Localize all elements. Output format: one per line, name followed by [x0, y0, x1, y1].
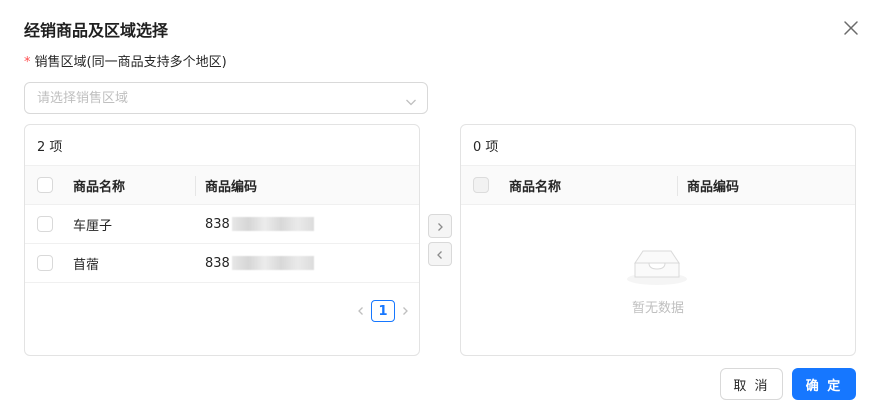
- column-header-name: 商品名称: [509, 179, 562, 195]
- product-name: 苜蓿: [73, 257, 100, 273]
- row-checkbox[interactable]: [37, 216, 53, 232]
- prev-page-icon[interactable]: [353, 300, 369, 322]
- table-row[interactable]: 苜蓿 838: [25, 244, 419, 283]
- required-mark: *: [24, 55, 31, 70]
- column-divider: [195, 176, 196, 196]
- select-all-checkbox-cell: [473, 166, 489, 204]
- cancel-button[interactable]: 取 消: [720, 368, 783, 400]
- select-all-checkbox-cell: [37, 166, 53, 204]
- empty-text: 暂无数据: [631, 301, 684, 316]
- close-icon[interactable]: [840, 17, 862, 39]
- column-header-code: 商品编码: [205, 179, 258, 195]
- product-code: 838: [205, 216, 230, 232]
- target-table-header: 商品名称 商品编码: [461, 165, 855, 205]
- select-all-checkbox[interactable]: [37, 177, 53, 193]
- product-code: 838: [205, 255, 230, 271]
- sales-region-label-text: 销售区域(同一商品支持多个地区): [34, 55, 227, 70]
- pagination: 1: [353, 300, 413, 322]
- chevron-left-icon: [435, 245, 445, 264]
- chevron-right-icon: [435, 217, 445, 236]
- row-checkbox-cell: [37, 205, 53, 243]
- sales-region-label: * 销售区域(同一商品支持多个地区): [24, 55, 227, 71]
- select-placeholder: 请选择销售区域: [37, 91, 129, 106]
- column-divider: [677, 176, 678, 196]
- target-count: 0 项: [473, 139, 499, 155]
- row-checkbox-cell: [37, 244, 53, 282]
- select-all-checkbox-disabled: [473, 177, 489, 193]
- modal-dialog: 经销商品及区域选择 * 销售区域(同一商品支持多个地区) 请选择销售区域 2 项 …: [0, 0, 880, 420]
- next-page-icon[interactable]: [397, 300, 413, 322]
- confirm-button[interactable]: 确 定: [792, 368, 856, 400]
- move-right-button[interactable]: [428, 214, 452, 238]
- product-code-cell: 838: [205, 244, 314, 282]
- source-table-header: 商品名称 商品编码: [25, 165, 419, 205]
- source-count: 2 项: [37, 139, 63, 155]
- dialog-title: 经销商品及区域选择: [24, 21, 169, 40]
- source-list-panel: 2 项 商品名称 商品编码 车厘子 838 苜蓿 838 1: [24, 124, 420, 356]
- product-name: 车厘子: [73, 218, 113, 234]
- move-left-button[interactable]: [428, 242, 452, 266]
- product-code-cell: 838: [205, 205, 314, 243]
- redacted-mask: [231, 217, 314, 231]
- page-number[interactable]: 1: [371, 300, 395, 322]
- row-checkbox[interactable]: [37, 255, 53, 271]
- table-row[interactable]: 车厘子 838: [25, 205, 419, 244]
- redacted-mask: [231, 256, 314, 270]
- column-header-name: 商品名称: [73, 179, 126, 195]
- column-header-code: 商品编码: [687, 179, 740, 195]
- sales-region-select[interactable]: 请选择销售区域: [24, 82, 428, 114]
- empty-inbox-icon: [625, 243, 689, 291]
- target-list-panel: 0 项 商品名称 商品编码 暂无数据: [460, 124, 856, 356]
- chevron-down-icon: [405, 93, 417, 112]
